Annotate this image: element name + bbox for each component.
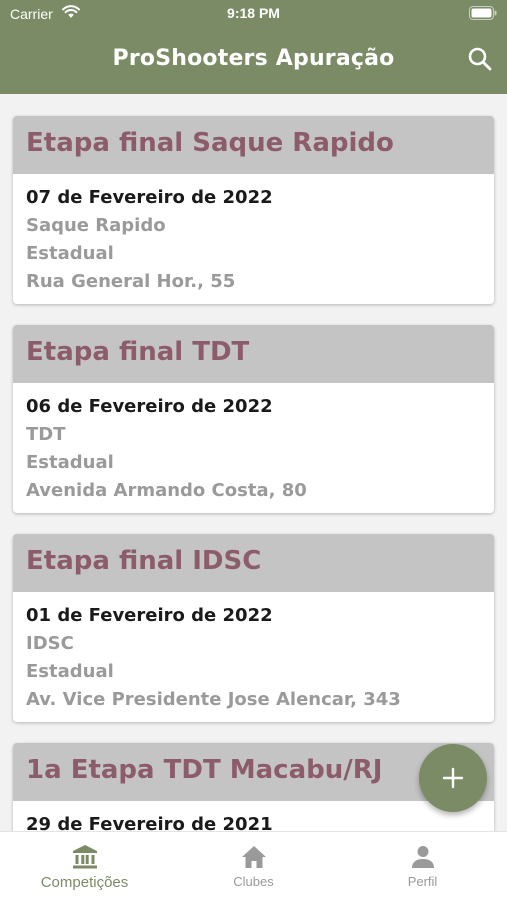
competition-type: TDT [26, 424, 66, 445]
search-icon[interactable] [465, 44, 495, 74]
competition-title: Etapa final TDT [13, 325, 494, 383]
home-icon [241, 846, 266, 868]
competition-level: Estadual [26, 452, 114, 473]
add-competition-button[interactable] [419, 744, 487, 812]
competition-title: Etapa final Saque Rapido [13, 116, 494, 174]
tab-perfil[interactable]: Perfil [338, 832, 507, 900]
competition-date: 29 de Fevereiro de 2021 [26, 814, 273, 831]
tab-label: Clubes [233, 874, 274, 889]
competition-card[interactable]: Etapa final TDT 06 de Fevereiro de 2022 … [13, 325, 494, 513]
competition-address: Av. Vice Presidente Jose Alencar, 343 [26, 689, 401, 710]
tab-label: Perfil [407, 874, 438, 889]
competition-card[interactable]: Etapa final IDSC 01 de Fevereiro de 2022… [13, 534, 494, 722]
tab-label: Competições [40, 874, 129, 891]
bank-icon [72, 845, 97, 869]
competition-level: Estadual [26, 243, 114, 264]
competition-type: Saque Rapido [26, 215, 166, 236]
app-bar: Carrier 9:18 PM ProShooters Apuração [0, 0, 507, 94]
tab-clubes[interactable]: Clubes [169, 832, 338, 900]
clock: 9:18 PM [227, 5, 280, 21]
status-bar: Carrier 9:18 PM [0, 0, 507, 30]
competition-card[interactable]: Etapa final Saque Rapido 07 de Fevereiro… [13, 116, 494, 304]
battery-icon [469, 6, 497, 20]
competition-address: Rua General Hor., 55 [26, 271, 236, 292]
competition-date: 06 de Fevereiro de 2022 [26, 396, 273, 417]
competition-title: Etapa final IDSC [13, 534, 494, 592]
plus-icon [442, 767, 464, 789]
competition-date: 07 de Fevereiro de 2022 [26, 187, 273, 208]
bottom-tab-bar: Competições Clubes Perfil [0, 831, 507, 900]
competition-type: IDSC [26, 633, 74, 654]
competition-address: Avenida Armando Costa, 80 [26, 480, 307, 501]
page-title: ProShooters Apuração [112, 46, 395, 71]
person-icon [411, 846, 434, 868]
competition-level: Estadual [26, 661, 114, 682]
tab-competicoes[interactable]: Competições [0, 832, 169, 900]
competition-date: 01 de Fevereiro de 2022 [26, 605, 273, 626]
competition-list[interactable]: Etapa final Saque Rapido 07 de Fevereiro… [0, 94, 507, 831]
